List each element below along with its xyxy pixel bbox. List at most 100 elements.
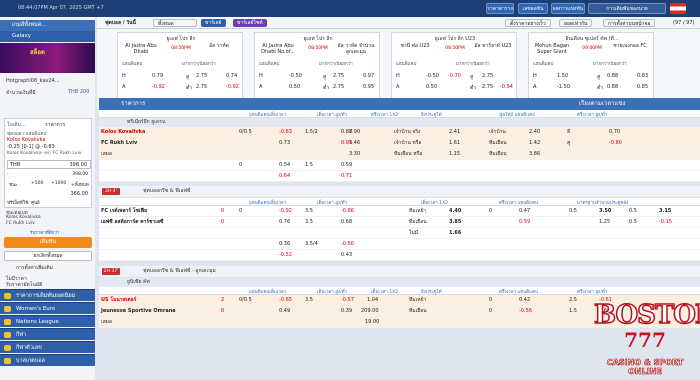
odds-cell[interactable]: -0.57	[341, 295, 354, 306]
odds-cell[interactable]: เสมอ	[101, 317, 112, 328]
odds-cell[interactable]: 0/0.5	[239, 295, 252, 306]
odds-cell[interactable]: 0	[221, 306, 224, 317]
odds-cell[interactable]: 3.5	[305, 295, 313, 306]
odds-cell[interactable]: 0.88	[607, 73, 618, 79]
odds-cell[interactable]: เจ้าบ้าน	[489, 127, 506, 138]
odds-cell[interactable]: A	[122, 84, 125, 90]
league-row[interactable]: ยูนิเซีย คัพ	[99, 278, 700, 287]
odds-cell[interactable]: 2	[221, 295, 224, 306]
odds-cell[interactable]: สู	[323, 73, 326, 81]
games-header[interactable]: เกมส์ทั้งหมด...	[0, 20, 95, 31]
odds-cell[interactable]: 3.5	[305, 217, 313, 228]
odds-cell[interactable]: Kolos Kovalivka	[101, 127, 145, 138]
odds-cell[interactable]: 0.49	[279, 306, 290, 317]
featured-card[interactable]: อินเดียน ซูเปอร์ คัพ (ที่... Mohun Bagan…	[528, 32, 654, 104]
top-button-my-bets[interactable]: การเดิมพันของนาย	[588, 3, 666, 14]
odds-cell[interactable]: -0.52	[279, 250, 292, 261]
odds-cell[interactable]: -0.56	[519, 306, 532, 317]
odds-cell[interactable]: -0.80	[609, 138, 622, 149]
quick-stake-all[interactable]: +ทั้งหมด	[71, 181, 89, 188]
screen-settings[interactable]: การตั้งค่าบนหน้าจอ	[603, 19, 656, 27]
odds-cell[interactable]: คู่	[567, 138, 570, 149]
odds-cell[interactable]: 0.43	[341, 250, 352, 261]
odds-cell[interactable]: 4.40	[449, 206, 461, 217]
odds-cell[interactable]: ต่ำ	[323, 84, 329, 92]
sort-select[interactable]: เรียงตามเวลาแข่ง	[579, 98, 625, 110]
odds-cell[interactable]: 0	[221, 206, 224, 217]
sport-sports[interactable]: กีฬา	[0, 328, 95, 340]
odds-cell[interactable]: Jeunesse Sportive Omrane	[101, 306, 176, 317]
odds-cell[interactable]: 3.15	[659, 206, 671, 217]
odds-cell[interactable]: 0	[239, 160, 242, 171]
odds-cell[interactable]: สู	[470, 73, 473, 81]
match-row[interactable]: FC เรด์เพลาร์ โซเฟีย 0 0 -0.92 3.5 -0.86…	[99, 206, 700, 217]
odds-cell[interactable]: 3.85	[449, 217, 461, 228]
odds-cell[interactable]: สู	[597, 73, 600, 81]
odds-cell[interactable]: 2.5	[569, 295, 577, 306]
top-button-match-results[interactable]: ผลการแข่งขัน	[551, 3, 585, 14]
odds-cell[interactable]: -0.56	[341, 239, 354, 250]
match-row[interactable]: เอฟซี อสต้อการ์ด คาร์ชาเลซี 0 0.76 3.5 0…	[99, 217, 700, 228]
odds-cell[interactable]: 1.5	[305, 160, 313, 171]
odds-cell[interactable]: -1.50	[557, 84, 570, 90]
odds-cell[interactable]: 0.79	[152, 73, 163, 79]
odds-cell[interactable]: 1.04	[367, 295, 378, 306]
odds-cell[interactable]: US โมนาสเตอร์	[101, 295, 136, 306]
accept-better-odds[interactable]: รับราคาที่ดีกว่า	[30, 229, 59, 236]
odds-cell[interactable]: 0.5	[629, 206, 637, 217]
top-button-odds[interactable]: ราคาตาราง	[486, 3, 514, 14]
odds-cell[interactable]: H	[396, 73, 400, 79]
odds-cell[interactable]: 19.00	[365, 317, 379, 328]
featured-card[interactable]: ยูเอฟ โปร ลีก Al Jazira Abu Dhabi 08:50P…	[117, 32, 243, 104]
odds-cell[interactable]: 0.50	[426, 84, 437, 90]
parlay-button[interactable]: พาร์เลย์	[201, 19, 226, 27]
odds-cell[interactable]: 0.97	[363, 73, 374, 79]
odds-cell[interactable]: -0.15	[659, 217, 672, 228]
odds-cell[interactable]: -0.50	[289, 73, 302, 79]
odds-cell[interactable]: 1.61	[449, 138, 460, 149]
odds-cell[interactable]: 0.73	[279, 138, 290, 149]
odds-cell[interactable]: -0.70	[448, 73, 461, 79]
odds-cell[interactable]: -0.83	[279, 127, 292, 138]
odds-cell[interactable]: 2.40	[529, 127, 540, 138]
odds-cell[interactable]: 1.5	[569, 306, 577, 317]
parlay-site-button[interactable]: พาร์เลย์ไซต์	[233, 19, 267, 27]
more-settings[interactable]: การตั้งค่าเพิ่มเติม	[16, 264, 53, 272]
match-row[interactable]: -0.52 0.43	[99, 250, 700, 261]
odds-cell[interactable]: สู	[186, 73, 189, 81]
odds-cell[interactable]: FC Rukh Lviv	[101, 138, 137, 149]
odds-cell[interactable]: -0.65	[279, 295, 292, 306]
odds-cell[interactable]: 209.00	[361, 306, 379, 317]
odds-cell[interactable]: ไม่มี	[409, 228, 418, 239]
sport-number-games[interactable]: กีฬาตัวเลข	[0, 341, 95, 353]
odds-cell[interactable]: 0.76	[279, 217, 290, 228]
odds-cell[interactable]: 0	[221, 217, 224, 228]
odds-cell[interactable]: 1.42	[529, 138, 540, 149]
odds-cell[interactable]: ทีมเหย้า	[409, 295, 426, 306]
odds-cell[interactable]: 1.15	[449, 149, 460, 160]
odds-cell[interactable]: 3.86	[529, 149, 540, 160]
odds-cell[interactable]: 0.74	[226, 73, 237, 79]
quick-odds-select[interactable]: ตั้งราคาอย่างเร็ว	[505, 19, 551, 27]
language-flag-icon[interactable]	[670, 3, 686, 14]
odds-cell[interactable]: 1.5/2	[305, 127, 318, 138]
odds-cell[interactable]: 1.46	[349, 138, 360, 149]
featured-card[interactable]: ยูเอฟ โปร ลีก Al Jazira Abu Dhabi No.of.…	[254, 32, 380, 104]
odds-cell[interactable]: 0.50	[289, 84, 300, 90]
odds-cell[interactable]: FC เรด์เพลาร์ โซเฟีย	[101, 206, 147, 217]
odds-cell[interactable]: 3.5	[305, 206, 313, 217]
odds-cell[interactable]: A	[396, 84, 399, 90]
odds-cell[interactable]: ทีมเยือน	[409, 306, 427, 317]
ticket-tab-single[interactable]: ใบเดิม...	[7, 121, 26, 129]
odds-cell[interactable]: 1.66	[449, 228, 461, 239]
odds-cell[interactable]: 0	[489, 306, 492, 317]
odds-cell[interactable]: เจ้าบ้าน จริง	[394, 127, 421, 138]
odds-cell[interactable]: สี	[567, 127, 570, 138]
odds-cell[interactable]: 0.54	[279, 160, 290, 171]
odds-cell[interactable]: 3.5/4	[305, 239, 318, 250]
featured-card[interactable]: ยูเอฟ โปร ลีก U23 ชานี่ พ่อ U23 08:50PM …	[391, 32, 517, 104]
odds-cell[interactable]: A	[259, 84, 262, 90]
sport-popular[interactable]: ราคาการเดิมพันยอดนิยม	[0, 289, 95, 301]
odds-cell[interactable]: 0.59	[519, 217, 530, 228]
odds-cell[interactable]: -0.94	[500, 84, 513, 90]
